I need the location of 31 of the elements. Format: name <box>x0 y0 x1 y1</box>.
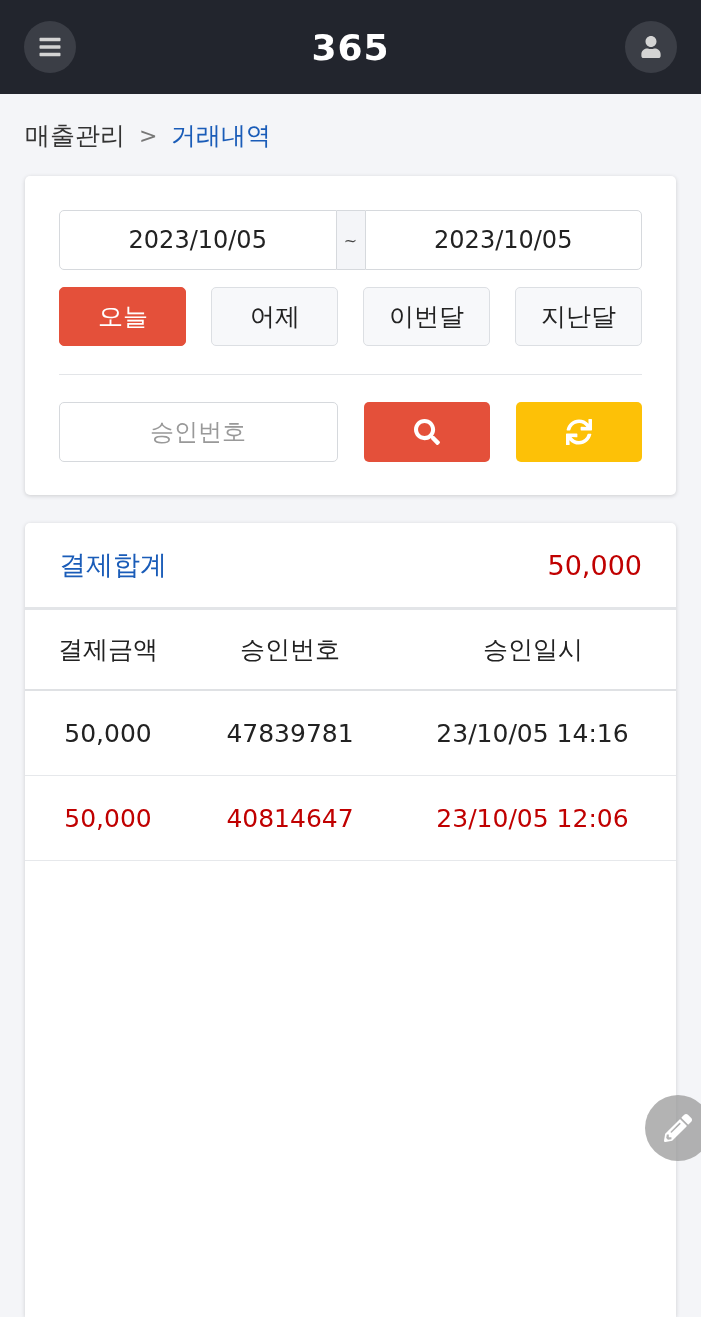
pencil-icon <box>664 1114 692 1142</box>
table-cell: 23/10/05 14:16 <box>436 718 629 748</box>
start-date-field[interactable]: 2023/10/05 <box>59 210 337 270</box>
search-button[interactable] <box>363 402 490 462</box>
column-header: 승인일시 <box>482 634 583 666</box>
column-header: 승인번호 <box>240 634 340 666</box>
period-button[interactable]: 이번달 <box>363 287 490 346</box>
summary-label: 결제합계 <box>59 548 167 582</box>
breadcrumb-link[interactable]: 매출관리 <box>25 118 125 152</box>
breadcrumb-current: 거래내역 <box>171 119 272 152</box>
search-icon <box>413 419 440 445</box>
refresh-icon <box>565 419 592 445</box>
end-date-field[interactable]: 2023/10/05 <box>364 210 642 270</box>
table-cell: 23/10/05 12:06 <box>436 803 629 833</box>
logo: 365 <box>311 26 390 68</box>
column-header: 결제금액 <box>58 634 158 666</box>
period-button[interactable]: 어제 <box>211 287 338 346</box>
period-button[interactable]: 지난달 <box>515 287 642 346</box>
menu-button[interactable] <box>24 21 76 73</box>
summary-total: 50,000 <box>547 549 642 581</box>
approval-number-field[interactable]: 승인번호 <box>59 402 338 462</box>
table-cell: 50,000 <box>64 803 152 833</box>
range-separator: ~ <box>336 210 365 270</box>
profile-button[interactable] <box>625 21 677 73</box>
table-cell: 47839781 <box>226 718 354 748</box>
table-cell: 40814647 <box>226 803 354 833</box>
period-button[interactable]: 오늘 <box>59 287 186 346</box>
breadcrumb-separator: > <box>139 122 158 148</box>
table-cell: 50,000 <box>64 718 152 748</box>
menu-icon <box>38 35 62 59</box>
user-icon <box>640 36 662 58</box>
